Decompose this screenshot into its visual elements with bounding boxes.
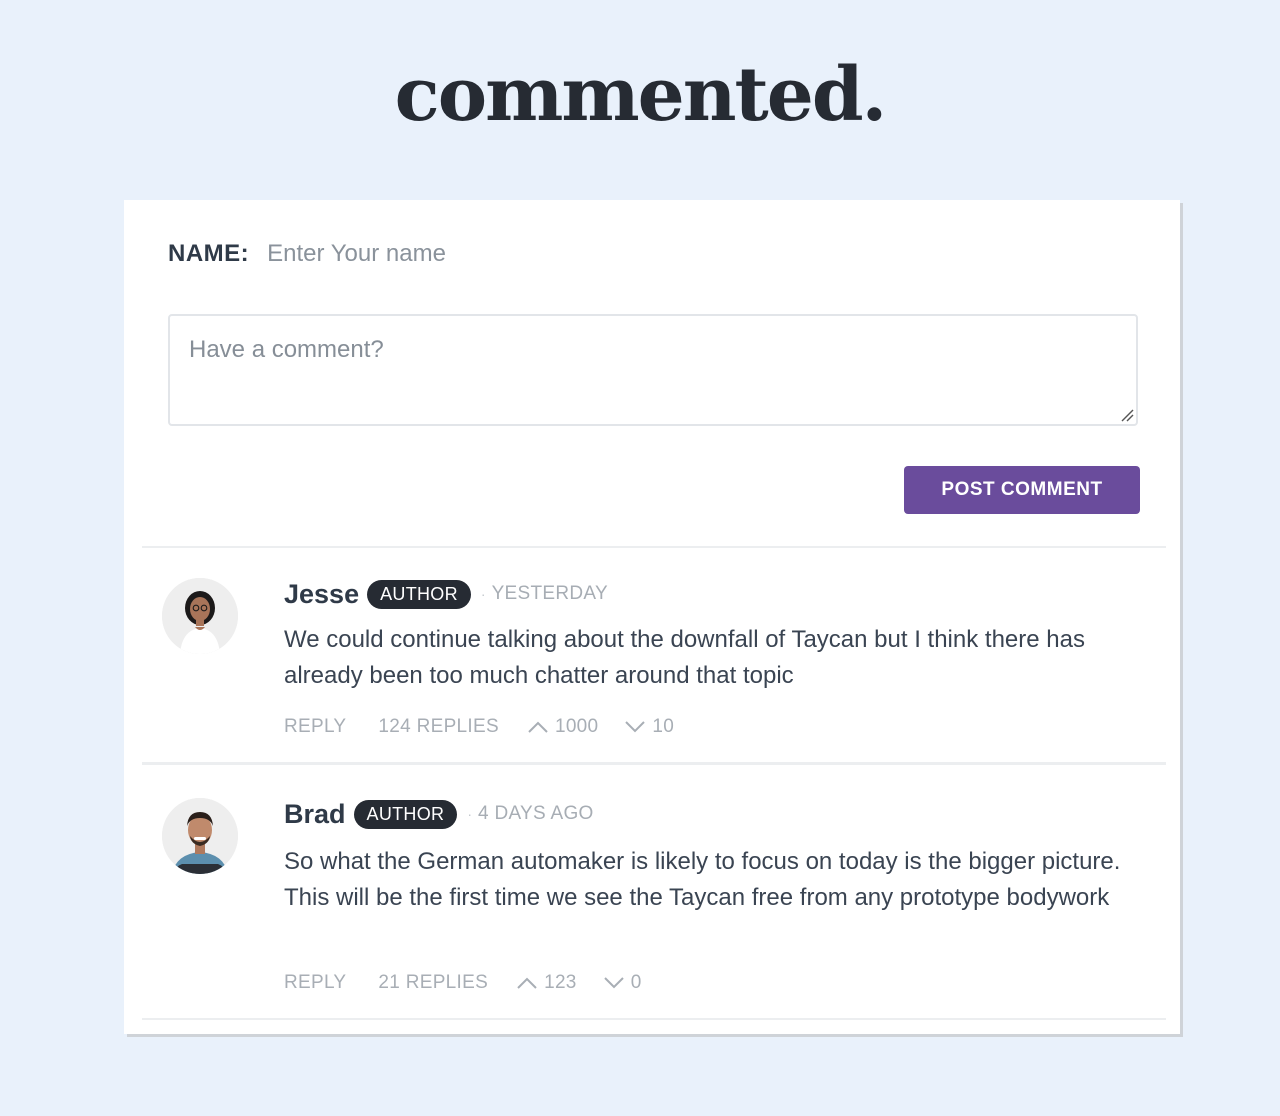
upvote-button[interactable]: 1000 xyxy=(527,716,598,738)
chevron-down-icon xyxy=(603,977,624,989)
divider xyxy=(142,762,1166,765)
author-name[interactable]: Brad xyxy=(284,799,346,830)
comment-textarea[interactable] xyxy=(168,314,1138,426)
comment-text: We could continue talking about the down… xyxy=(284,626,1085,689)
avatar-brad[interactable] xyxy=(162,798,238,874)
downvote-button[interactable]: 10 xyxy=(624,716,674,738)
downvote-count: 0 xyxy=(630,972,642,993)
comment-actions: REPLY 124 REPLIES 1000 10 xyxy=(284,716,674,738)
chevron-down-icon xyxy=(625,721,646,733)
timestamp: 4 DAYS AGO xyxy=(478,803,594,824)
avatar-jesse[interactable] xyxy=(162,578,238,654)
divider xyxy=(142,546,1166,548)
chevron-up-icon xyxy=(528,721,548,733)
reply-button[interactable]: REPLY xyxy=(284,972,346,994)
post-comment-button[interactable]: POST COMMENT xyxy=(904,466,1140,514)
downvote-count: 10 xyxy=(652,716,675,737)
downvote-button[interactable]: 0 xyxy=(603,972,642,994)
upvote-button[interactable]: 123 xyxy=(516,972,577,994)
upvote-count: 123 xyxy=(544,972,577,993)
name-row: NAME: xyxy=(168,240,668,268)
author-name[interactable]: Jesse xyxy=(284,579,359,610)
comment-meta: Brad AUTHOR · 4 DAYS AGO xyxy=(284,798,594,830)
author-badge: AUTHOR xyxy=(353,799,458,829)
name-input[interactable] xyxy=(267,240,668,268)
man-avatar-icon xyxy=(162,798,238,874)
resize-grip-icon[interactable] xyxy=(1120,408,1134,422)
comment-actions: REPLY 21 REPLIES 123 0 xyxy=(284,972,642,994)
timestamp: YESTERDAY xyxy=(491,583,608,604)
woman-avatar-icon xyxy=(162,578,238,654)
divider xyxy=(142,1018,1166,1020)
chevron-up-icon xyxy=(517,977,537,989)
reply-button[interactable]: REPLY xyxy=(284,716,346,738)
separator-dot: · xyxy=(480,586,486,602)
replies-count[interactable]: 21 REPLIES xyxy=(378,972,488,994)
separator-dot: · xyxy=(467,806,472,822)
comment-meta: Jesse AUTHOR · YESTERDAY xyxy=(284,578,608,610)
author-badge: AUTHOR xyxy=(367,579,471,609)
replies-count[interactable]: 124 REPLIES xyxy=(378,716,499,738)
comment-text: So what the German automaker is likely t… xyxy=(284,848,1121,911)
site-title: commented. xyxy=(394,52,888,138)
comments-card: NAME: POST COMMENT Jesse AUTHOR · xyxy=(124,200,1180,1034)
upvote-count: 1000 xyxy=(554,716,599,737)
name-label: NAME: xyxy=(168,240,250,267)
